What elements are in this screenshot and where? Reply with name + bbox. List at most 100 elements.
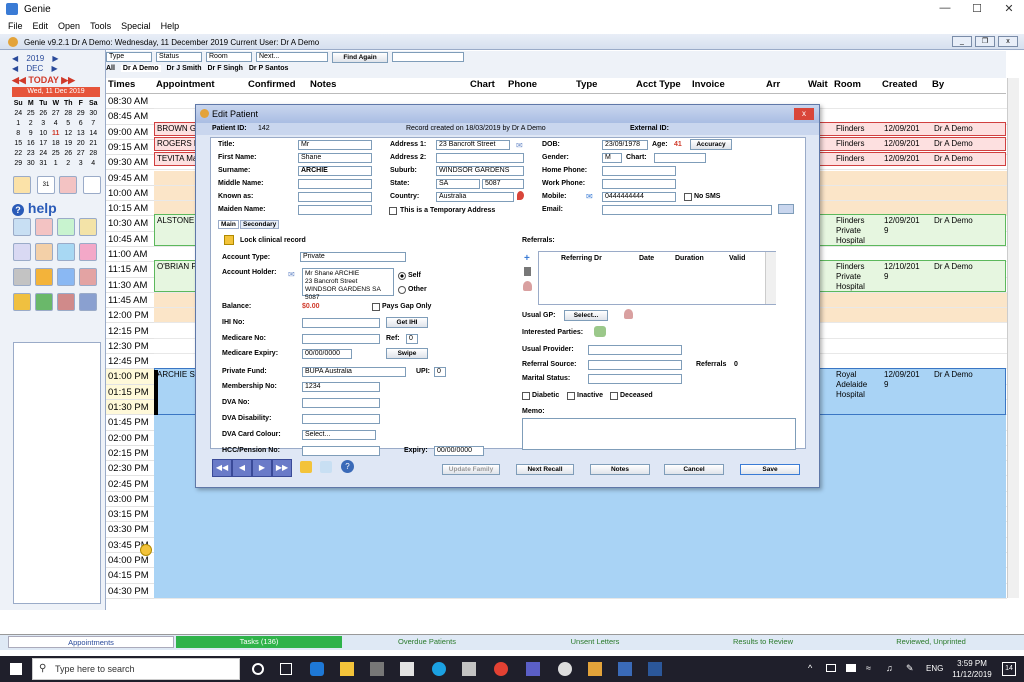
unsent-letters-tab[interactable]: Unsent Letters (512, 636, 678, 648)
tool-icon-8[interactable] (79, 243, 97, 261)
membership-field[interactable]: 1234 (302, 382, 380, 392)
menu-edit[interactable]: Edit (33, 18, 49, 34)
cancel-button[interactable]: Cancel (664, 464, 724, 475)
calendar-day[interactable]: 27 (50, 109, 63, 119)
delete-referral-icon[interactable] (524, 267, 531, 276)
task-view-icon[interactable] (280, 663, 292, 675)
patients-icon[interactable] (13, 176, 31, 194)
wifi-icon[interactable]: ≈ (866, 663, 871, 673)
tool-icon-1[interactable] (13, 218, 31, 236)
word-icon[interactable] (648, 662, 662, 676)
skype-icon[interactable] (432, 662, 446, 676)
expiry-field[interactable]: 00/00/0000 (434, 446, 484, 456)
calendar-day[interactable]: 22 (12, 149, 25, 159)
suburb-field[interactable]: WINDSOR GARDENS (436, 166, 524, 176)
tool-icon-6[interactable] (35, 243, 53, 261)
prev-month-icon[interactable]: ◀ (12, 64, 18, 73)
calendar-day[interactable]: 19 (62, 139, 75, 149)
menu-help[interactable]: Help (161, 18, 180, 34)
today-button[interactable]: TODAY (28, 75, 58, 85)
ihi-field[interactable] (302, 318, 380, 328)
address2-field[interactable] (436, 153, 524, 163)
postcode-field[interactable]: 5087 (482, 179, 524, 189)
calendar-day[interactable]: 3 (37, 119, 50, 129)
calendar-day[interactable]: 16 (25, 139, 38, 149)
self-radio[interactable] (398, 272, 406, 280)
menu-file[interactable]: File (8, 18, 23, 34)
next-recall-button[interactable]: Next Recall (516, 464, 574, 475)
column-header-room[interactable]: Room (834, 79, 861, 90)
referral-source-select[interactable] (588, 360, 682, 370)
calendar-day[interactable]: 10 (37, 129, 50, 139)
account-holder-box[interactable]: Mr Shane ARCHIE 23 Bancroft Street WINDS… (302, 268, 394, 301)
prev-day-icon[interactable]: ◀◀ (12, 75, 26, 85)
email-send-icon[interactable] (778, 204, 794, 214)
chrome-icon[interactable] (494, 662, 508, 676)
state-field[interactable]: SA (436, 179, 480, 189)
tool-icon-7[interactable] (57, 243, 75, 261)
clock-time[interactable]: 3:59 PM (952, 659, 992, 668)
tasks-tab[interactable]: Tasks (136) (176, 636, 342, 648)
middle-name-field[interactable] (298, 179, 372, 189)
info-icon[interactable]: ? (341, 460, 354, 473)
calendar-day[interactable]: 28 (62, 109, 75, 119)
next-day-icon[interactable]: ▶▶ (61, 75, 75, 85)
swipe-button[interactable]: Swipe (386, 348, 428, 359)
explorer-icon[interactable] (340, 662, 354, 676)
get-ihi-button[interactable]: Get IHI (386, 317, 428, 328)
next-month-icon[interactable]: ▶ (52, 64, 58, 73)
address1-field[interactable]: 23 Bancroft Street (436, 140, 510, 150)
tool-icon-2[interactable] (35, 218, 53, 236)
calendar-day[interactable]: 29 (75, 109, 88, 119)
app-icon-1[interactable] (462, 662, 476, 676)
cortana-icon[interactable] (252, 663, 264, 675)
notification-icon[interactable]: 14 (1002, 662, 1016, 676)
calendar-day[interactable]: 20 (75, 139, 88, 149)
prev-year-icon[interactable]: ◀ (12, 54, 18, 63)
calendar-day[interactable]: 26 (62, 149, 75, 159)
hcc-field[interactable] (302, 446, 380, 456)
calendar-day[interactable]: 14 (87, 129, 100, 139)
tray-icon-1[interactable] (826, 664, 836, 672)
sms-icon[interactable]: ✉ (586, 192, 593, 201)
find-again-button[interactable]: Find Again (332, 52, 388, 63)
medicare-field[interactable] (302, 334, 380, 344)
calendar-day[interactable]: 24 (37, 149, 50, 159)
menu-tools[interactable]: Tools (90, 18, 111, 34)
battery-icon[interactable] (846, 664, 856, 672)
calendar-day[interactable]: 2 (25, 119, 38, 129)
holder-envelope-icon[interactable]: ✉ (288, 270, 295, 279)
surname-field[interactable]: ARCHIE (298, 166, 372, 176)
tool-icon-14[interactable] (35, 293, 53, 311)
diabetic-checkbox[interactable] (522, 392, 530, 400)
maiden-name-field[interactable] (298, 205, 372, 215)
help-link[interactable]: ? help (12, 200, 57, 216)
add-referral-icon[interactable]: + (524, 253, 530, 264)
column-header-wait[interactable]: Wait (808, 79, 828, 90)
vertical-scrollbar[interactable] (1007, 78, 1019, 598)
tool-icon-13[interactable] (13, 293, 31, 311)
account-type-select[interactable]: Private (300, 252, 406, 262)
status-filter[interactable]: Status (156, 52, 202, 62)
marital-status-select[interactable] (588, 374, 682, 384)
tab-dr-a-demo[interactable]: Dr A Demo (120, 65, 161, 72)
calendar-day[interactable]: 2 (62, 159, 75, 169)
update-family-button[interactable]: Update Family (442, 464, 500, 475)
app-icon-3[interactable] (618, 662, 632, 676)
volume-icon[interactable]: ♫ (886, 663, 893, 673)
teams-icon[interactable] (526, 662, 540, 676)
menu-open[interactable]: Open (58, 18, 80, 34)
type-filter[interactable]: Type (106, 52, 152, 62)
dva-disability-field[interactable] (302, 414, 380, 424)
next-filter[interactable]: Next... (256, 52, 328, 62)
next-record-icon[interactable]: ▶ (252, 459, 272, 477)
no-sms-checkbox[interactable] (684, 193, 692, 201)
calendar-day[interactable]: 29 (12, 159, 25, 169)
extra-filter[interactable] (392, 52, 464, 62)
calendar-day[interactable]: 28 (87, 149, 100, 159)
tab-secondary[interactable]: Secondary (240, 220, 280, 229)
minimize-icon[interactable]: — (930, 2, 960, 16)
tool-icon-4[interactable] (79, 218, 97, 236)
appointments-tab[interactable]: Appointments (8, 636, 174, 648)
interested-parties-icon[interactable] (594, 326, 606, 337)
